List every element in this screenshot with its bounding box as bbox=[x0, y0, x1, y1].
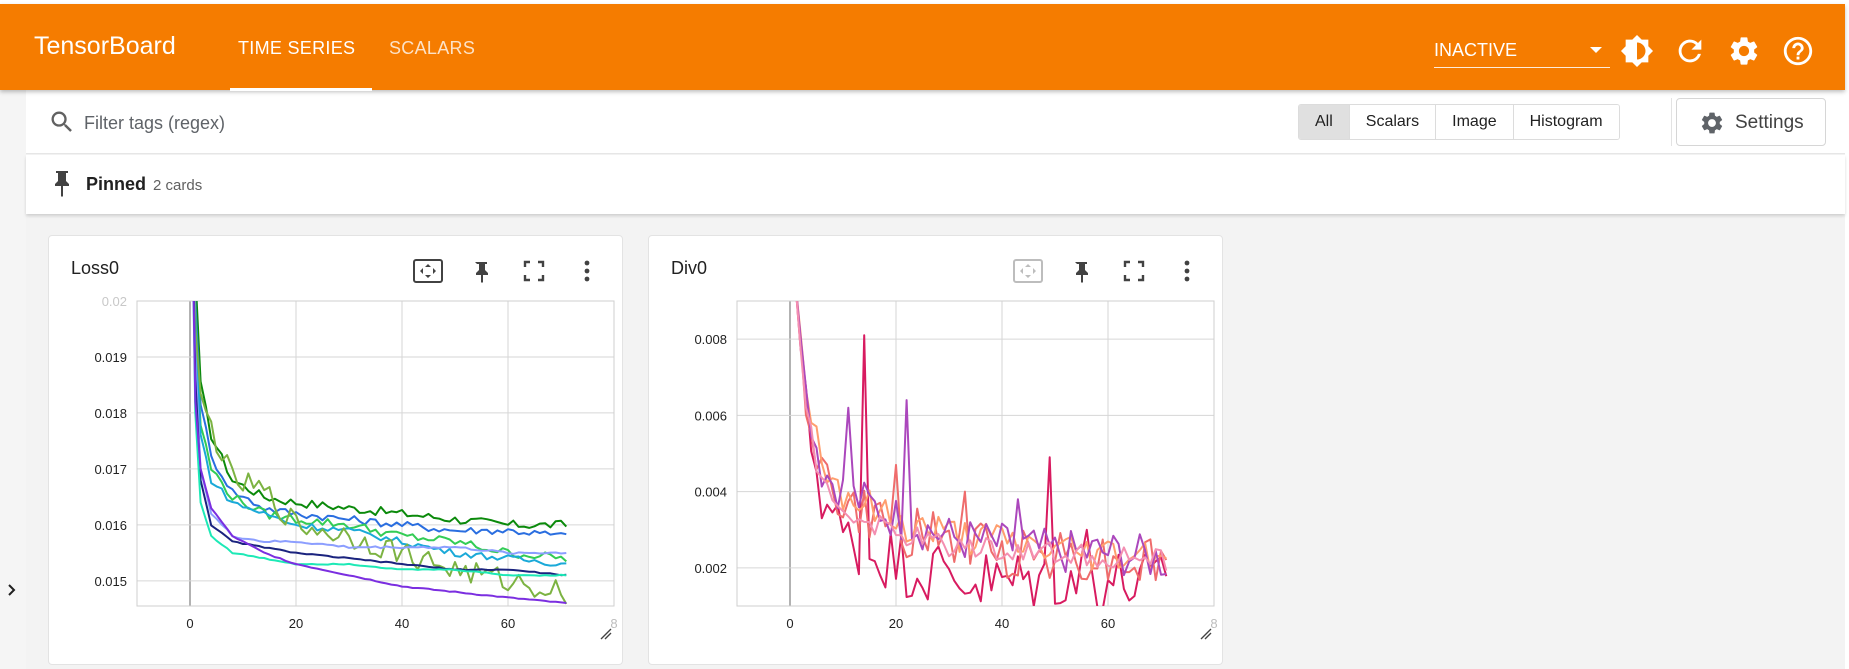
help-icon[interactable] bbox=[1781, 34, 1815, 68]
type-all-button[interactable]: All bbox=[1299, 105, 1350, 139]
app-title: TensorBoard bbox=[34, 32, 176, 60]
type-image-button[interactable]: Image bbox=[1436, 105, 1514, 139]
filter-bar: All Scalars Image Histogram Settings bbox=[26, 90, 1845, 154]
tab-time-series[interactable]: TIME SERIES bbox=[238, 38, 355, 59]
series-line bbox=[193, 301, 567, 567]
series-line bbox=[795, 301, 1168, 571]
x-tick-label: 60 bbox=[501, 616, 515, 631]
pinned-section-header: Pinned 2 cards bbox=[26, 155, 1845, 214]
pinned-label: Pinned bbox=[86, 174, 147, 194]
y-tick-label: 0.016 bbox=[94, 518, 127, 533]
y-tick-label: 0.018 bbox=[94, 406, 127, 421]
scalar-card-div0: Div0 0 20 40 60 8 0.008 0.006 0.004 0.002 bbox=[648, 235, 1223, 665]
pinned-card-count: 2 cards bbox=[153, 177, 203, 194]
scalar-card-loss0: Loss0 0 20 40 60 8 0.02 0.019 0.018 0.017 0.016 0.… bbox=[48, 235, 623, 665]
chevron-right-icon[interactable] bbox=[4, 580, 20, 600]
y-tick-label: 0.019 bbox=[94, 350, 127, 365]
settings-gear-icon bbox=[1701, 112, 1723, 134]
run-selector-value: INACTIVE bbox=[1434, 40, 1518, 60]
brightness-icon[interactable] bbox=[1620, 34, 1654, 68]
settings-gear-icon[interactable] bbox=[1727, 34, 1761, 68]
type-histogram-button[interactable]: Histogram bbox=[1513, 105, 1619, 139]
y-tick-label: 0.02 bbox=[102, 294, 127, 309]
tab-scalars[interactable]: SCALARS bbox=[389, 38, 475, 59]
y-tick-label: 0.008 bbox=[694, 332, 727, 347]
series-line bbox=[796, 301, 1167, 572]
y-tick-label: 0.017 bbox=[94, 462, 127, 477]
refresh-icon[interactable] bbox=[1673, 34, 1707, 68]
top-app-bar: TensorBoard TIME SERIES SCALARS INACTIVE bbox=[0, 4, 1845, 91]
x-tick-label: 0 bbox=[786, 616, 793, 631]
card-type-filter: All Scalars Image Histogram bbox=[1298, 104, 1620, 140]
resize-handle-icon bbox=[600, 628, 612, 640]
settings-button-label: Settings bbox=[1735, 112, 1804, 133]
x-tick-label: 8 bbox=[1210, 616, 1217, 631]
y-tick-label: 0.002 bbox=[694, 561, 727, 576]
y-tick-label: 0.004 bbox=[694, 485, 727, 500]
x-tick-label: 60 bbox=[1101, 616, 1115, 631]
type-scalars-button[interactable]: Scalars bbox=[1349, 105, 1437, 139]
search-icon bbox=[51, 111, 72, 132]
tag-filter-input[interactable] bbox=[84, 108, 684, 138]
series-line bbox=[193, 301, 568, 605]
resize-handle-icon bbox=[1200, 628, 1212, 640]
line-chart-loss0[interactable]: 0 20 40 60 8 0.02 0.019 0.018 0.017 0.016 0.015 bbox=[49, 236, 624, 666]
x-tick-label: 20 bbox=[289, 616, 303, 631]
divider bbox=[1671, 98, 1672, 146]
runs-sidebar-collapsed bbox=[0, 90, 26, 669]
active-tab-indicator bbox=[230, 88, 372, 91]
y-tick-label: 0.015 bbox=[94, 574, 127, 589]
x-tick-label: 40 bbox=[995, 616, 1009, 631]
pin-icon bbox=[55, 171, 69, 197]
x-tick-label: 20 bbox=[889, 616, 903, 631]
run-selector-dropdown[interactable]: INACTIVE bbox=[1434, 34, 1610, 68]
chevron-down-icon bbox=[1590, 47, 1602, 53]
line-chart-div0[interactable]: 0 20 40 60 8 0.008 0.006 0.004 0.002 bbox=[649, 236, 1224, 666]
settings-button[interactable]: Settings bbox=[1676, 98, 1826, 146]
y-tick-label: 0.006 bbox=[694, 408, 727, 423]
x-tick-label: 40 bbox=[395, 616, 409, 631]
main-content: All Scalars Image Histogram Settings Pin… bbox=[26, 90, 1845, 669]
x-tick-label: 8 bbox=[610, 616, 617, 631]
x-tick-label: 0 bbox=[186, 616, 193, 631]
series-line bbox=[195, 301, 568, 529]
